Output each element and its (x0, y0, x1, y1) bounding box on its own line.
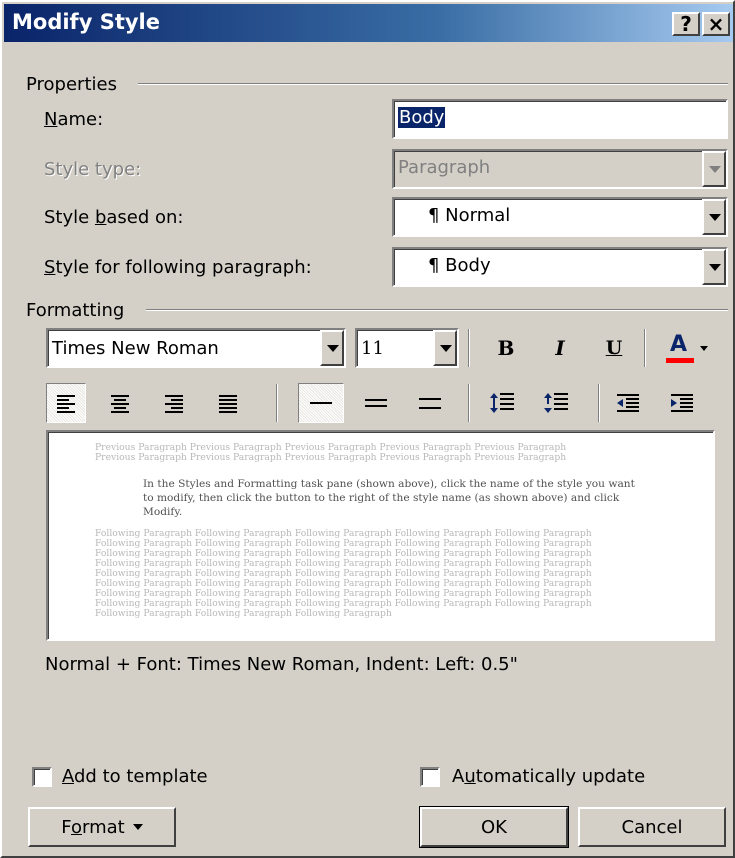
italic-icon: I (555, 336, 565, 360)
single-spacing-button[interactable] (298, 383, 344, 423)
toolbar-separator (598, 384, 600, 422)
formatting-group-label: Formatting (26, 300, 125, 321)
cancel-button-label: Cancel (621, 816, 683, 838)
based-on-chevron-down-icon[interactable] (702, 199, 726, 235)
double-spacing-icon (419, 398, 441, 409)
style-type-chevron-down-icon (702, 151, 726, 187)
format-button[interactable]: Format (28, 807, 176, 847)
title-bar[interactable]: Modify Style ? × (4, 4, 733, 42)
auto-update-checkbox[interactable] (420, 767, 440, 787)
style-type-select: Paragraph (392, 149, 728, 189)
font-name-chevron-down-icon[interactable] (320, 330, 344, 366)
bold-button[interactable]: B (488, 328, 524, 368)
align-left-button[interactable] (46, 383, 86, 423)
following-paragraph-label: Style for following paragraph: (44, 257, 312, 278)
modify-style-dialog: Modify Style ? × Properties Name: Body S… (0, 0, 735, 858)
double-spacing-button[interactable] (410, 383, 450, 423)
underline-icon: U (605, 337, 623, 359)
space-before-icon (490, 393, 514, 413)
name-input[interactable]: Body (392, 99, 728, 139)
align-right-icon (165, 395, 183, 413)
following-chevron-down-icon[interactable] (702, 249, 726, 285)
based-on-label: Style based on: (44, 207, 184, 228)
one-half-spacing-icon (365, 399, 387, 407)
space-after-button[interactable] (534, 383, 578, 423)
toolbar-separator (468, 329, 470, 367)
toolbar-separator (276, 384, 278, 422)
following-paragraph-select[interactable]: ¶ Body (392, 247, 728, 287)
space-after-icon (544, 393, 568, 413)
single-spacing-icon (310, 402, 332, 404)
decrease-indent-button[interactable] (608, 383, 648, 423)
following-paragraph-value: ¶ Body (428, 255, 491, 276)
style-description: Normal + Font: Times New Roman, Indent: … (45, 654, 518, 675)
name-input-value: Body (398, 107, 446, 128)
font-size-chevron-down-icon[interactable] (433, 330, 457, 366)
font-name-value: Times New Roman (52, 338, 219, 359)
style-preview: Previous Paragraph Previous Paragraph Pr… (46, 430, 715, 641)
properties-group-label: Properties (26, 74, 117, 95)
one-half-spacing-button[interactable] (356, 383, 396, 423)
format-chevron-down-icon (132, 824, 143, 830)
format-button-label: Format (61, 816, 125, 838)
following-paragraph-line: Following Paragraph Following Paragraph … (95, 608, 392, 619)
based-on-select[interactable]: ¶ Normal (392, 197, 728, 237)
justify-button[interactable] (208, 383, 248, 423)
justify-icon (219, 395, 237, 413)
preview-sample-text: In the Styles and Formatting task pane (… (143, 478, 635, 518)
align-center-button[interactable] (100, 383, 140, 423)
close-button[interactable]: × (702, 12, 730, 36)
font-color-letter: A (670, 332, 688, 357)
font-size-select[interactable]: 11 (355, 328, 459, 368)
add-to-template-label[interactable]: Add to template (62, 766, 208, 787)
add-to-template-checkbox[interactable] (32, 767, 52, 787)
underline-button[interactable]: U (596, 328, 632, 368)
font-color-icon: A (664, 332, 694, 364)
align-left-icon (57, 395, 75, 413)
font-size-value: 11 (361, 338, 384, 359)
style-type-label: Style type: (44, 159, 142, 180)
toolbar-separator (644, 329, 646, 367)
ok-button[interactable]: OK (419, 806, 569, 848)
dialog-title: Modify Style (12, 10, 160, 34)
cancel-button[interactable]: Cancel (578, 807, 726, 847)
italic-button[interactable]: I (542, 328, 578, 368)
toolbar-separator (468, 384, 470, 422)
name-label: Name: (44, 109, 104, 130)
decrease-indent-icon (617, 394, 639, 412)
style-type-value: Paragraph (398, 157, 491, 178)
auto-update-label[interactable]: Automatically update (452, 766, 645, 787)
font-color-swatch (666, 358, 694, 363)
help-button[interactable]: ? (672, 12, 700, 36)
properties-divider (138, 83, 728, 85)
font-color-chevron-down-icon[interactable] (700, 345, 708, 351)
space-before-button[interactable] (480, 383, 524, 423)
font-name-select[interactable]: Times New Roman (46, 328, 346, 368)
align-center-icon (111, 395, 129, 413)
align-right-button[interactable] (154, 383, 194, 423)
formatting-divider (146, 309, 728, 311)
based-on-value: ¶ Normal (428, 205, 511, 226)
increase-indent-button[interactable] (662, 383, 702, 423)
bold-icon: B (497, 336, 515, 360)
font-color-button[interactable]: A (654, 328, 718, 368)
previous-paragraph-line: Previous Paragraph Previous Paragraph Pr… (95, 452, 567, 463)
increase-indent-icon (671, 394, 693, 412)
ok-button-label: OK (481, 816, 507, 838)
